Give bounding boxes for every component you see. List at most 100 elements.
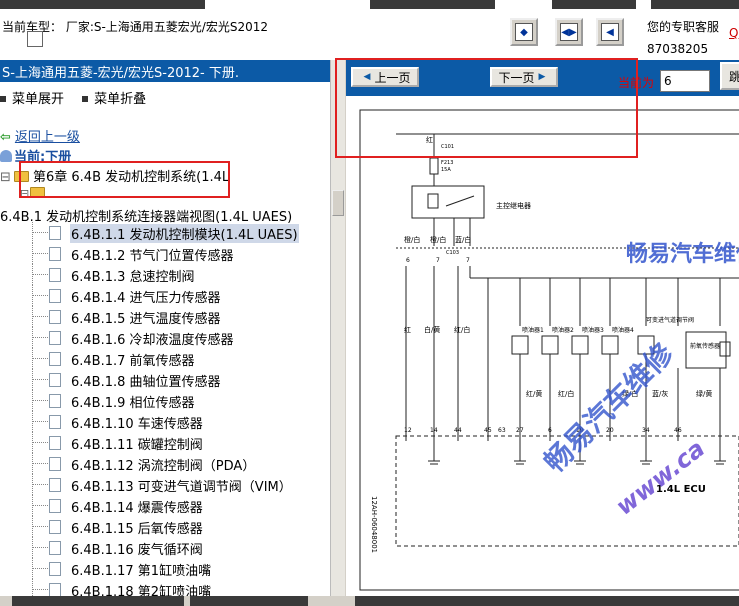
tree-item[interactable]: 6.4B.1.17 第1缸喷油嘴 bbox=[0, 558, 330, 579]
tree-item[interactable]: 6.4B.1.2 节气门位置传感器 bbox=[0, 243, 330, 264]
tree-connector bbox=[32, 442, 48, 443]
arrow-left-icon: ⇦ bbox=[0, 130, 11, 145]
ecu-pin: 63 bbox=[498, 427, 506, 434]
tree-item[interactable]: 6.4B.1.5 进气温度传感器 bbox=[0, 306, 330, 327]
fit-page-button[interactable]: ◆ bbox=[510, 18, 538, 46]
ecu-pin: 45 bbox=[484, 427, 492, 434]
tree-item[interactable]: 6.4B.1.6 冷却液温度传感器 bbox=[0, 327, 330, 348]
ecu-pin: 44 bbox=[454, 427, 462, 434]
diagram-viewer: ◀上一页 下一页▶ 当前为 跳 红 C101 F213 15A bbox=[335, 58, 739, 596]
wire-label-red-white: 红/白 bbox=[454, 325, 470, 334]
bottom-tab[interactable] bbox=[355, 596, 739, 606]
top-tab-strip bbox=[0, 0, 205, 9]
globe-icon bbox=[0, 150, 12, 162]
tree-item[interactable]: 6.4B.1.10 车速传感器 bbox=[0, 411, 330, 432]
tree-connector bbox=[32, 274, 48, 275]
tree-item[interactable]: 6.4B.1.7 前氧传感器 bbox=[0, 348, 330, 369]
document-icon bbox=[49, 457, 61, 471]
fit-width-button[interactable]: ◀▶ bbox=[555, 18, 583, 46]
tree-item-label: 6.4B.1.12 涡流控制阀（PDA） bbox=[71, 459, 256, 474]
watermark-text: 畅易汽车维修 bbox=[626, 241, 739, 267]
current-page-input[interactable] bbox=[660, 70, 710, 92]
document-icon bbox=[49, 352, 61, 366]
wire-label-red: 红 bbox=[404, 325, 411, 334]
wiring-diagram: 红 C101 F213 15A 主控继电器 橙/白 橙/白 蓝/白 C103 6… bbox=[346, 96, 739, 596]
top-tab-strip bbox=[651, 0, 739, 9]
document-icon bbox=[49, 541, 61, 555]
tree-item-label: 6.4B.1.9 相位传感器 bbox=[71, 396, 195, 411]
wire-label-blue-white: 蓝/白 bbox=[455, 235, 471, 244]
menu-expand-button[interactable]: 菜单展开 bbox=[0, 88, 64, 107]
tree-connector bbox=[32, 337, 48, 338]
tree-item-label: 6.4B.1.4 进气压力传感器 bbox=[71, 291, 221, 306]
jump-button[interactable]: 跳 bbox=[720, 62, 739, 90]
document-icon bbox=[49, 583, 61, 597]
tree-item-label: 6.4B.1.1 发动机控制模块(1.4L UAES) bbox=[70, 224, 299, 243]
fuse-f213-label: F213 bbox=[441, 160, 453, 166]
tree-item[interactable]: 6.4B.1.16 废气循环阀 bbox=[0, 537, 330, 558]
square-icon bbox=[82, 95, 89, 102]
tree-item[interactable]: 6.4B.1.14 爆震传感器 bbox=[0, 495, 330, 516]
service-qq-link[interactable]: Q bbox=[729, 26, 738, 40]
wire-label: 红/黄 bbox=[526, 389, 542, 398]
ecu-pin: 34 bbox=[642, 427, 650, 434]
bottom-tab[interactable] bbox=[12, 596, 184, 606]
document-icon bbox=[49, 289, 61, 303]
tree-connector bbox=[32, 379, 48, 380]
service-label: 您的专职客服 bbox=[647, 20, 720, 34]
ecu-pin: 6 bbox=[548, 427, 552, 434]
document-icon bbox=[49, 415, 61, 429]
tree-item[interactable]: 6.4B.1.11 碳罐控制阀 bbox=[0, 432, 330, 453]
vehicle-select-box[interactable] bbox=[27, 31, 43, 47]
wire-label: 绿/黄 bbox=[696, 389, 712, 398]
wire-label-orange-white: 橙/白 bbox=[404, 235, 420, 244]
connector-pin-label: 7 bbox=[436, 257, 440, 264]
tree-item[interactable]: 6.4B.1.15 后氧传感器 bbox=[0, 516, 330, 537]
tree-item[interactable]: 6.4B.1.4 进气压力传感器 bbox=[0, 285, 330, 306]
tree-item-label: 6.4B.1.5 进气温度传感器 bbox=[71, 312, 221, 327]
tree-connector bbox=[32, 358, 48, 359]
injector-4-label: 喷油器4 bbox=[612, 326, 634, 334]
back-link[interactable]: ⇦ 返回上一级 bbox=[0, 126, 80, 145]
tree-item[interactable]: 6.4B.1.1 发动机控制模块(1.4L UAES) bbox=[0, 222, 330, 243]
tree-item[interactable]: 6.4B.1.13 可变进气道调节阀（VIM） bbox=[0, 474, 330, 495]
tree-item-label: 6.4B.1.8 曲轴位置传感器 bbox=[71, 375, 221, 390]
tree-item-label: 6.4B.1.10 车速传感器 bbox=[71, 417, 203, 432]
annotation-box bbox=[335, 58, 638, 158]
tree-connector bbox=[32, 295, 48, 296]
tree-panel: S-上海通用五菱-宏光/宏光S-2012- 下册. 菜单展开 菜单折叠 ⇦ 返回上… bbox=[0, 60, 345, 600]
tree-item[interactable]: 6.4B.1.12 涡流控制阀（PDA） bbox=[0, 453, 330, 474]
wire-label-orange-white-2: 橙/白 bbox=[430, 235, 446, 244]
document-icon bbox=[49, 478, 61, 492]
book-title-bar: S-上海通用五菱-宏光/宏光S-2012- 下册. bbox=[0, 60, 330, 82]
document-icon bbox=[49, 331, 61, 345]
tree-item-label: 6.4B.1.13 可变进气道调节阀（VIM） bbox=[71, 480, 292, 495]
tree-item-label: 6.4B.1.6 冷却液温度传感器 bbox=[71, 333, 234, 348]
main-relay-label: 主控继电器 bbox=[496, 201, 531, 210]
arrow-left-icon: ◀ bbox=[601, 23, 619, 41]
menu-controls: 菜单展开 菜单折叠 bbox=[0, 88, 146, 107]
top-tab-strip bbox=[552, 0, 636, 9]
wire-label: 蓝/灰 bbox=[652, 389, 668, 398]
tree-item[interactable]: 6.4B.1.9 相位传感器 bbox=[0, 390, 330, 411]
bottom-tab[interactable] bbox=[190, 596, 308, 606]
diagram-code: 12AH-06048001 bbox=[370, 496, 378, 553]
bottom-tab-strip bbox=[0, 596, 739, 606]
injector-2-label: 喷油器2 bbox=[552, 326, 574, 334]
tree-connector bbox=[32, 253, 48, 254]
connector-pin-label: 6 bbox=[406, 257, 410, 264]
tree-item-label: 6.4B.1.14 爆震传感器 bbox=[71, 501, 203, 516]
tree-item[interactable]: 6.4B.1.3 怠速控制阀 bbox=[0, 264, 330, 285]
tree-item-label: 6.4B.1.11 碳罐控制阀 bbox=[71, 438, 203, 453]
tree-connector bbox=[32, 463, 48, 464]
tree-item-label: 6.4B.1.15 后氧传感器 bbox=[71, 522, 203, 537]
tree-expander-icon: ⊟ bbox=[0, 170, 11, 185]
menu-collapse-button[interactable]: 菜单折叠 bbox=[82, 88, 146, 107]
annotation-box bbox=[19, 161, 230, 198]
previous-view-button[interactable]: ◀ bbox=[596, 18, 624, 46]
fit-page-icon: ◆ bbox=[515, 23, 533, 41]
tree-connector bbox=[32, 568, 48, 569]
tree-item[interactable]: 6.4B.1.8 曲轴位置传感器 bbox=[0, 369, 330, 390]
top-toolbar: 当前车型： 厂家:S-上海通用五菱宏光/宏光S2012 ◆ ◀▶ ◀ 您的专职客… bbox=[0, 0, 739, 60]
scrollbar-thumb[interactable] bbox=[332, 190, 344, 216]
